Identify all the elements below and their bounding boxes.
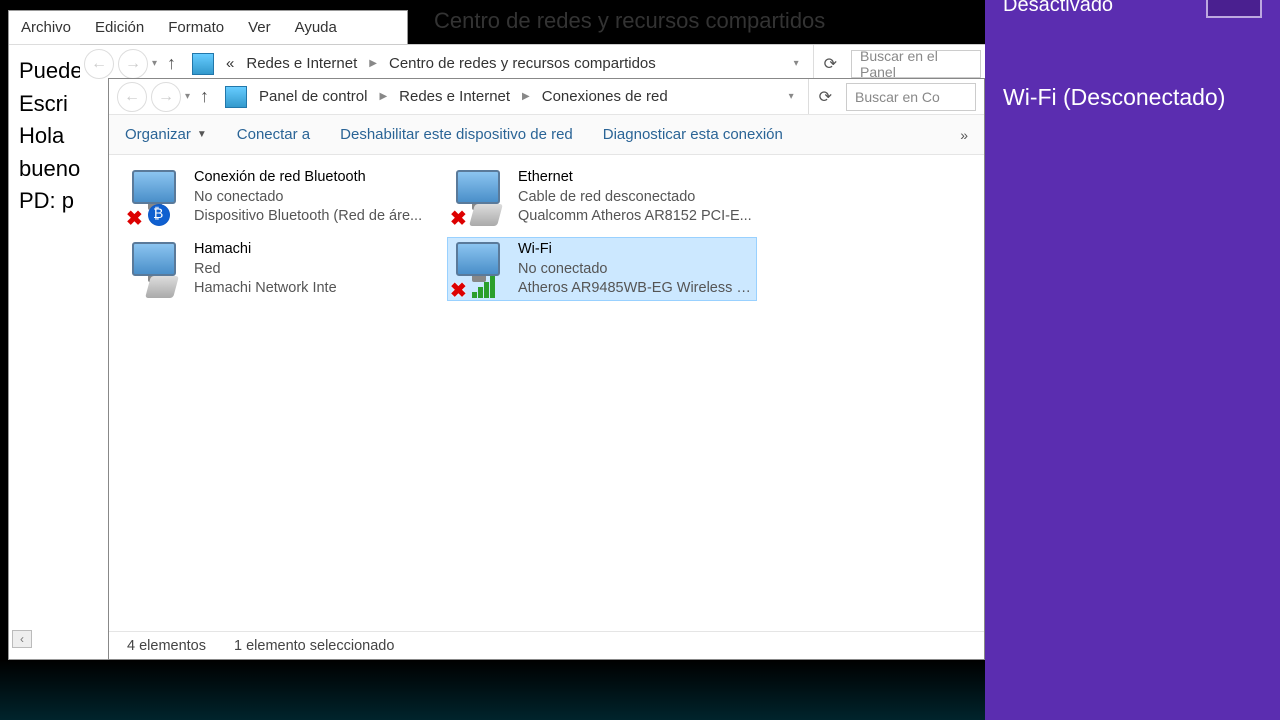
adapter-text: Wi-FiNo conectadoAtheros AR9485WB-EG Wir…: [518, 240, 754, 299]
breadcrumb-item[interactable]: Redes e Internet: [393, 88, 516, 105]
breadcrumb-item[interactable]: Conexiones de red: [536, 88, 674, 105]
chevron-right-icon: ▶: [516, 91, 536, 102]
network-adapter-item[interactable]: ✖ Conexión de red BluetoothNo conectadoDi…: [123, 165, 433, 229]
disconnected-x-icon: ✖: [450, 206, 470, 226]
menu-view[interactable]: Ver: [236, 15, 283, 40]
nav-back-button[interactable]: ←: [117, 82, 147, 112]
breadcrumb-prefix: «: [220, 55, 240, 72]
wifi-signal-icon: [472, 276, 500, 298]
airplane-mode-label: Desactivado: [1003, 0, 1113, 17]
adapter-icon: [126, 240, 186, 298]
nav-forward-button[interactable]: →: [118, 49, 148, 79]
selection-count: 1 elemento seleccionado: [234, 638, 394, 654]
address-bar-row: ← → ▾ ↑ Panel de control ▶ Redes e Inter…: [109, 79, 984, 115]
scroll-left-icon[interactable]: ‹: [12, 630, 32, 648]
breadcrumb[interactable]: Panel de control ▶ Redes e Internet ▶ Co…: [253, 88, 808, 105]
adapter-status: Cable de red desconectado: [518, 188, 754, 208]
chevron-right-icon: ▶: [363, 58, 383, 69]
airplane-mode-row: Desactivado: [1003, 0, 1262, 18]
adapter-name: Hamachi: [194, 240, 430, 260]
adapter-name: Ethernet: [518, 168, 754, 188]
adapter-name: Wi-Fi: [518, 240, 754, 260]
adapters-list[interactable]: ✖Conexión de red BluetoothNo conectadoDi…: [109, 155, 984, 631]
control-panel-icon: [225, 86, 247, 108]
breadcrumb-item[interactable]: Panel de control: [253, 88, 373, 105]
desktop-background: [0, 660, 985, 720]
nav-up-button[interactable]: ↑: [167, 53, 176, 74]
notepad-menubar: Archivo Edición Formato Ver Ayuda: [9, 11, 407, 45]
monitor-icon: [456, 170, 500, 204]
nav-up-button[interactable]: ↑: [200, 86, 209, 107]
organize-label: Organizar: [125, 126, 191, 143]
status-bar: 4 elementos 1 elemento seleccionado: [109, 631, 984, 659]
wifi-status-heading: Wi-Fi (Desconectado): [1003, 84, 1262, 111]
ethernet-icon: [145, 276, 179, 298]
diagnose-connection-button[interactable]: Diagnosticar esta conexión: [603, 126, 783, 143]
menu-format[interactable]: Formato: [156, 15, 236, 40]
adapter-device: Dispositivo Bluetooth (Red de áre...: [194, 207, 430, 227]
adapter-text: HamachiRedHamachi Network Inte: [194, 240, 430, 299]
monitor-icon: [132, 242, 176, 276]
adapter-device: Hamachi Network Inte: [194, 279, 430, 299]
menu-file[interactable]: Archivo: [9, 15, 83, 40]
monitor-icon: [132, 170, 176, 204]
adapter-icon: ✖: [450, 168, 510, 226]
connect-to-button[interactable]: Conectar a: [237, 126, 310, 143]
control-panel-icon: [192, 53, 214, 75]
nav-back-button[interactable]: ←: [84, 49, 114, 79]
background-window-title: Centro de redes y recursos compartidos: [434, 8, 825, 34]
adapter-device: Atheros AR9485WB-EG Wireless N...: [518, 279, 754, 299]
adapter-icon: ✖: [450, 240, 510, 298]
nav-history-dropdown[interactable]: ▾: [185, 91, 190, 102]
command-toolbar: Organizar ▼ Conectar a Deshabilitar este…: [109, 115, 984, 155]
chevron-down-icon[interactable]: ▾: [783, 91, 800, 102]
menu-help[interactable]: Ayuda: [283, 15, 349, 40]
adapter-text: Conexión de red BluetoothNo conectadoDis…: [194, 168, 430, 227]
chevron-down-icon[interactable]: ▾: [788, 58, 805, 69]
network-flyout-panel[interactable]: Desactivado Wi-Fi (Desconectado): [985, 0, 1280, 720]
disconnected-x-icon: ✖: [450, 278, 470, 298]
menu-edit[interactable]: Edición: [83, 15, 156, 40]
ethernet-icon: [469, 204, 503, 226]
breadcrumb-item[interactable]: Centro de redes y recursos compartidos: [383, 55, 662, 72]
chevron-down-icon: ▼: [197, 129, 207, 140]
monitor-icon: [456, 242, 500, 276]
organize-button[interactable]: Organizar ▼: [125, 126, 207, 143]
bluetooth-icon: [148, 204, 170, 226]
chevron-right-icon: ▶: [373, 91, 393, 102]
search-input[interactable]: Buscar en Co: [846, 83, 976, 111]
nav-history-dropdown[interactable]: ▾: [152, 58, 157, 69]
airplane-mode-toggle[interactable]: [1206, 0, 1262, 18]
refresh-button[interactable]: ⟳: [813, 45, 847, 82]
adapter-status: No conectado: [518, 260, 754, 280]
nav-forward-button[interactable]: →: [151, 82, 181, 112]
adapter-status: Red: [194, 260, 430, 280]
adapter-device: Qualcomm Atheros AR8152 PCI-E...: [518, 207, 754, 227]
adapter-icon: ✖: [126, 168, 186, 226]
adapter-text: EthernetCable de red desconectadoQualcom…: [518, 168, 754, 227]
refresh-button[interactable]: ⟳: [808, 79, 842, 114]
disable-device-button[interactable]: Deshabilitar este dispositivo de red: [340, 126, 573, 143]
explorer-back-addressbar: ← → ▾ ↑ « Redes e Internet ▶ Centro de r…: [80, 44, 985, 82]
breadcrumb[interactable]: « Redes e Internet ▶ Centro de redes y r…: [220, 55, 813, 72]
breadcrumb-item[interactable]: Redes e Internet: [240, 55, 363, 72]
network-adapter-item[interactable]: ✖ Wi-FiNo conectadoAtheros AR9485WB-EG Wi…: [447, 237, 757, 301]
adapter-name: Conexión de red Bluetooth: [194, 168, 430, 188]
toolbar-overflow-button[interactable]: »: [960, 127, 968, 143]
adapter-status: No conectado: [194, 188, 430, 208]
disconnected-x-icon: ✖: [126, 206, 146, 226]
item-count: 4 elementos: [127, 638, 206, 654]
search-input[interactable]: Buscar en el Panel: [851, 50, 981, 78]
network-adapter-item[interactable]: ✖ EthernetCable de red desconectadoQualco…: [447, 165, 757, 229]
network-connections-window: ← → ▾ ↑ Panel de control ▶ Redes e Inter…: [108, 78, 985, 660]
network-adapter-item[interactable]: HamachiRedHamachi Network Inte: [123, 237, 433, 301]
